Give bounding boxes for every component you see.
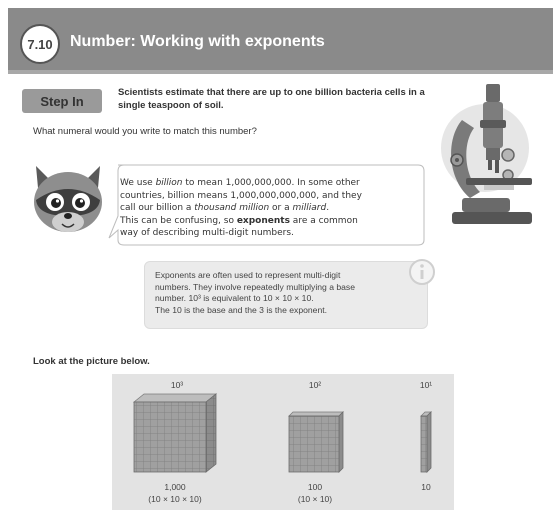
lesson-title: Number: Working with exponents [70, 33, 325, 50]
speech-bubble-text: We use billion to mean 1,000,000,000. In… [120, 178, 362, 238]
lesson-number-badge: 7.10 [20, 24, 60, 64]
thousand-cube-block [132, 393, 218, 473]
header-divider [8, 70, 553, 74]
thousand-expansion-label: (10 × 10 × 10) [148, 494, 202, 504]
hundred-value-label: 100 [307, 482, 323, 492]
intro-text: Scientists estimate that there are up to… [118, 87, 425, 111]
picture-prompt: Look at the picture below. [33, 356, 150, 367]
thousand-value-label: 1,000 [164, 482, 186, 492]
hundred-expansion-label: (10 × 10) [297, 494, 333, 504]
microscope-illustration [441, 84, 532, 224]
ten-rod-block [420, 411, 432, 473]
question-text: What numeral would you write to match th… [33, 126, 257, 137]
info-box-text: Exponents are often used to represent mu… [155, 270, 355, 315]
thousand-power-label: 10³ [170, 380, 184, 390]
hundred-power-label: 10² [308, 380, 322, 390]
ten-power-label: 10¹ [419, 380, 433, 390]
step-in-label: Step In [22, 89, 102, 113]
ten-value-label: 10 [421, 482, 431, 492]
raccoon-mascot-illustration [34, 166, 102, 232]
hundred-flat-block [288, 411, 344, 473]
